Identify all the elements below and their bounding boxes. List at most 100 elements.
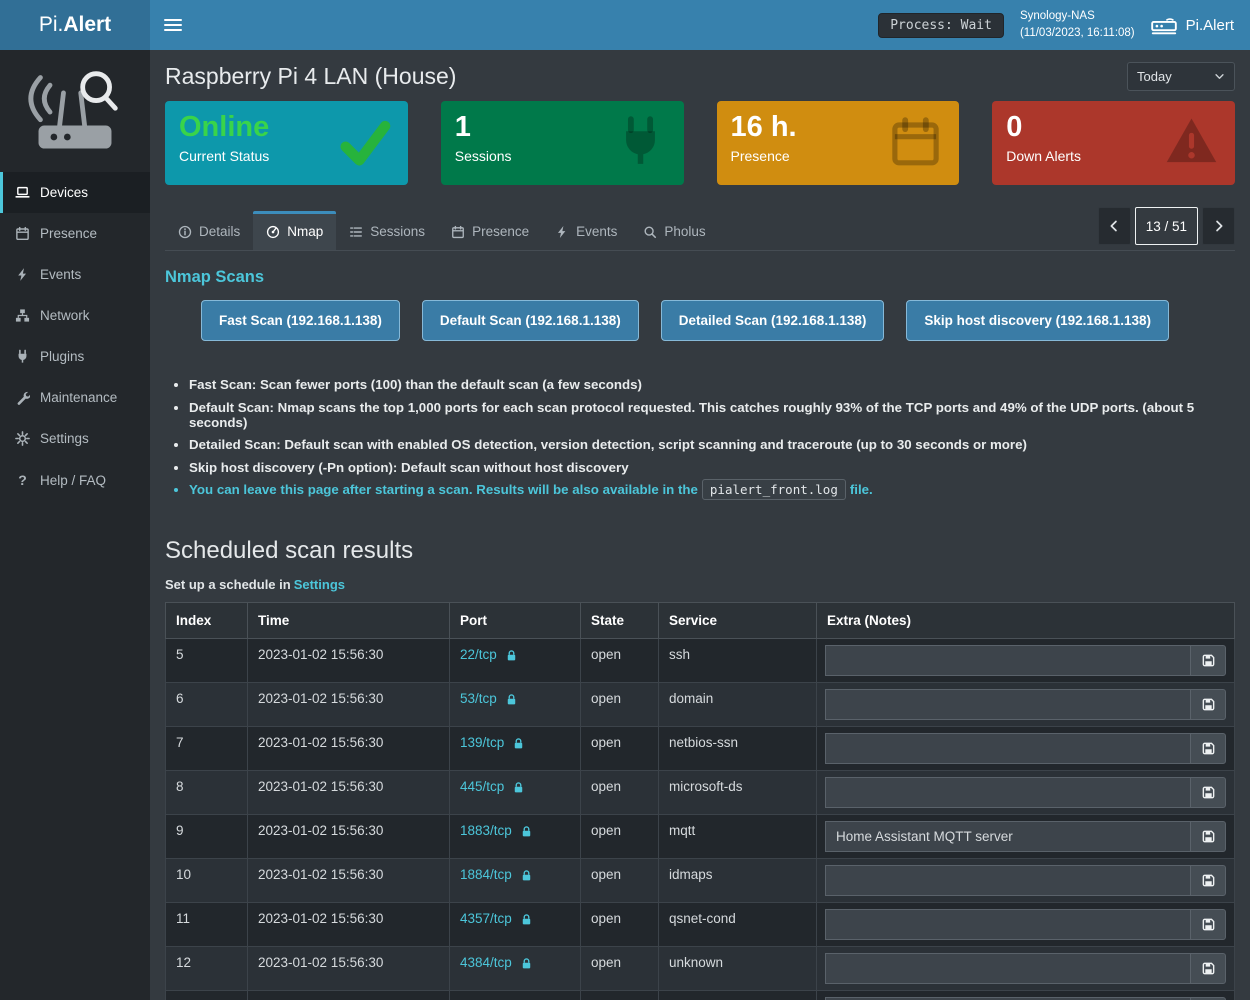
table-row: 10 2023-01-02 15:56:30 1884/tcp open idm… [166,859,1235,903]
port-link[interactable]: 4357/tcp [460,911,512,926]
tab-pholus[interactable]: Pholus [630,211,718,250]
table-row: 13 2023-01-02 15:56:30 8123/tcp open pol… [166,991,1235,1000]
col-time: Time [248,603,450,639]
app-logo[interactable]: Pi.Alert [0,0,150,50]
note-input[interactable] [825,777,1190,808]
save-note-button[interactable] [1190,909,1226,940]
nmap-scans-heading: Nmap Scans [165,268,1235,287]
nmap-icon [266,225,280,239]
table-row: 6 2023-01-02 15:56:30 53/tcp open domain [166,683,1235,727]
skip-host-discovery-button[interactable]: Skip host discovery (192.168.1.138) [906,300,1169,341]
port-link[interactable]: 22/tcp [460,647,497,662]
note-input[interactable] [825,953,1190,984]
tab-details[interactable]: Details [165,211,253,250]
cell-index: 7 [166,727,248,771]
sidebar-item-devices[interactable]: Devices [0,172,150,213]
prev-device-button[interactable] [1098,207,1131,245]
sidebar-item-events[interactable]: Events [0,254,150,295]
note-input[interactable] [825,909,1190,940]
save-note-button[interactable] [1190,733,1226,764]
sidebar-menu: Devices Presence Events Network Plugins … [0,172,150,501]
save-note-button[interactable] [1190,953,1226,984]
save-note-button[interactable] [1190,821,1226,852]
cell-service: unknown [659,947,817,991]
cell-time: 2023-01-02 15:56:30 [248,771,450,815]
cell-time: 2023-01-02 15:56:30 [248,991,450,1000]
settings-link[interactable]: Settings [294,577,345,592]
sidebar-item-label: Plugins [40,349,84,364]
save-note-button[interactable] [1190,777,1226,808]
default-scan-button[interactable]: Default Scan (192.168.1.138) [422,300,639,341]
port-link[interactable]: 1884/tcp [460,867,512,882]
cell-time: 2023-01-02 15:56:30 [248,815,450,859]
cell-extra-notes [817,639,1235,683]
bolt-icon [15,267,30,282]
port-link[interactable]: 53/tcp [460,691,497,706]
page-title: Raspberry Pi 4 LAN (House) [165,63,456,90]
col-extra-notes: Extra (Notes) [817,603,1235,639]
sidebar-item-plugins[interactable]: Plugins [0,336,150,377]
next-device-button[interactable] [1202,207,1235,245]
cell-port: 4357/tcp [450,903,581,947]
port-link[interactable]: 1883/tcp [460,823,512,838]
sidebar-item-help[interactable]: ? Help / FAQ [0,459,150,501]
tab-nmap[interactable]: Nmap [253,211,336,250]
sidebar-item-presence[interactable]: Presence [0,213,150,254]
sidebar-item-network[interactable]: Network [0,295,150,336]
cell-time: 2023-01-02 15:56:30 [248,683,450,727]
port-link[interactable]: 445/tcp [460,779,504,794]
cell-state: open [581,771,659,815]
table-row: 5 2023-01-02 15:56:30 22/tcp open ssh [166,639,1235,683]
bolt-icon [555,225,569,239]
sidebar-item-maintenance[interactable]: Maintenance [0,377,150,418]
save-note-button[interactable] [1190,689,1226,720]
cell-extra-notes [817,903,1235,947]
cell-service: idmaps [659,859,817,903]
save-note-button[interactable] [1190,865,1226,896]
scan-note-log-hint: You can leave this page after starting a… [189,482,1235,497]
sidebar-toggle-button[interactable] [150,0,196,50]
main-content: Raspberry Pi 4 LAN (House) Today Online … [150,50,1250,1000]
note-input[interactable] [825,733,1190,764]
table-row: 12 2023-01-02 15:56:30 4384/tcp open unk… [166,947,1235,991]
scan-notes-list: Fast Scan: Scan fewer ports (100) than t… [189,377,1235,497]
topbar-right: Process: Wait Synology-NAS (11/03/2023, … [878,8,1250,41]
tab-label: Nmap [287,224,323,239]
tab-events[interactable]: Events [542,211,630,250]
scan-results-table: Index Time Port State Service Extra (Not… [165,602,1235,1000]
user-menu[interactable]: Pi.Alert [1151,16,1234,35]
scheduled-results-section: Scheduled scan results Set up a schedule… [165,537,1235,1000]
tab-label: Presence [472,224,529,239]
cell-state: open [581,683,659,727]
period-select[interactable]: Today [1127,62,1235,91]
nmap-panel: Nmap Scans Fast Scan (192.168.1.138) Def… [165,268,1235,497]
schedule-hint: Set up a schedule inSettings [165,577,1235,592]
port-link[interactable]: 139/tcp [460,735,504,750]
cell-time: 2023-01-02 15:56:30 [248,727,450,771]
cell-index: 13 [166,991,248,1000]
note-input[interactable] [825,645,1190,676]
note-input[interactable] [825,689,1190,720]
status-card-down-alerts: 0 Down Alerts [992,101,1235,185]
fast-scan-button[interactable]: Fast Scan (192.168.1.138) [201,300,400,341]
tab-presence[interactable]: Presence [438,211,542,250]
cell-state: open [581,727,659,771]
detailed-scan-button[interactable]: Detailed Scan (192.168.1.138) [661,300,885,341]
cell-time: 2023-01-02 15:56:30 [248,947,450,991]
cell-state: open [581,991,659,1000]
note-input[interactable] [825,821,1190,852]
note-input[interactable] [825,865,1190,896]
sidebar-item-settings[interactable]: Settings [0,418,150,459]
cell-extra-notes [817,859,1235,903]
status-card-presence: 16 h. Presence [717,101,960,185]
sidebar-item-label: Events [40,267,81,282]
sidebar-item-label: Maintenance [40,390,117,405]
sidebar: Devices Presence Events Network Plugins … [0,50,150,1000]
port-link[interactable]: 4384/tcp [460,955,512,970]
devices-icon [15,185,30,200]
chevron-down-icon [1214,71,1225,82]
sidebar-item-label: Network [40,308,90,323]
tab-sessions[interactable]: Sessions [336,211,438,250]
save-note-button[interactable] [1190,645,1226,676]
pialert-router-logo [0,50,150,172]
